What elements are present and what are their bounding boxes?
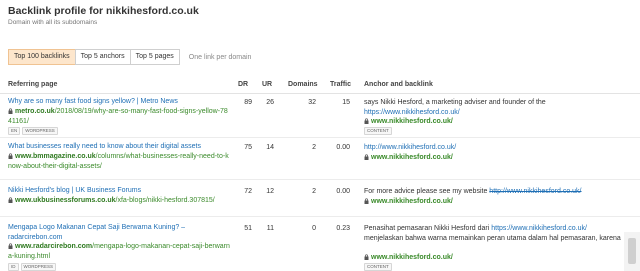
column-header-ur[interactable]: UR xyxy=(262,81,272,88)
scrollbar-thumb[interactable] xyxy=(628,238,636,264)
tag-list: EN WORDPRESS xyxy=(8,127,58,135)
row-divider xyxy=(0,216,640,217)
platform-tag: WORDPRESS xyxy=(20,263,57,271)
domains-value: 2 xyxy=(312,188,316,195)
scrollbar[interactable] xyxy=(624,232,640,271)
referring-page-title[interactable]: Nikki Hesford's blog | UK Business Forum… xyxy=(8,186,141,196)
traffic-value: 0.00 xyxy=(336,188,350,195)
referring-page-url[interactable]: www.ukbusinessforums.co.uk/xfa-blogs/nik… xyxy=(8,196,230,206)
traffic-value: 0.00 xyxy=(336,144,350,151)
column-header-domains[interactable]: Domains xyxy=(288,81,318,88)
referring-page-title[interactable]: Why are so many fast food signs yellow? … xyxy=(8,97,178,107)
anchor-link[interactable]: https://www.nikkihesford.co.uk/ xyxy=(364,109,460,116)
column-header-dr[interactable]: DR xyxy=(238,81,248,88)
backlink-target[interactable]: www.nikkihesford.co.uk/ xyxy=(364,197,453,207)
referring-page-url[interactable]: metro.co.uk/2018/08/19/why-are-so-many-f… xyxy=(8,107,230,126)
tab-note: One link per domain xyxy=(188,53,252,61)
tab-top-5-anchors[interactable]: Top 5 anchors xyxy=(74,49,131,65)
lock-icon xyxy=(364,254,369,260)
language-tag: EN xyxy=(8,127,21,135)
tag-list: CONTENT xyxy=(364,263,392,271)
ur-value: 12 xyxy=(266,188,274,195)
link-type-tag: CONTENT xyxy=(364,127,392,135)
tag-list: CONTENT xyxy=(364,127,392,135)
tab-top-100-backlinks[interactable]: Top 100 backlinks xyxy=(8,49,76,65)
lock-icon xyxy=(8,153,13,159)
anchor-text: says Nikki Hesford, a marketing adviser … xyxy=(364,99,546,116)
page-title: Backlink profile for nikkihesford.co.uk xyxy=(8,5,199,17)
dr-value: 89 xyxy=(244,99,252,106)
lock-icon xyxy=(8,197,13,203)
anchor-text: For more advice please see my website ht… xyxy=(364,188,582,195)
column-header-anchor-and-backlink: Anchor and backlink xyxy=(364,81,433,88)
platform-tag: WORDPRESS xyxy=(22,127,58,135)
row-divider xyxy=(0,179,640,180)
page-header: Backlink profile for nikkihesford.co.uk … xyxy=(8,5,199,27)
tab-top-5-pages[interactable]: Top 5 pages xyxy=(129,49,180,65)
dr-value: 51 xyxy=(244,225,252,232)
language-tag: ID xyxy=(8,263,19,271)
referring-page-title[interactable]: What businesses really need to know abou… xyxy=(8,142,201,152)
anchor-text: Penasihat pemasaran Nikki Hesford dari h… xyxy=(364,225,621,242)
dr-value: 75 xyxy=(244,144,252,151)
page-subtitle: Domain with all its subdomains xyxy=(8,19,98,26)
anchor-link-removed[interactable]: http://www.nikkihesford.co.uk/ xyxy=(489,188,581,195)
ur-value: 26 xyxy=(266,99,274,106)
referring-page-url[interactable]: www.bmmagazine.co.uk/columns/what-busine… xyxy=(8,152,230,171)
column-header-traffic[interactable]: Traffic xyxy=(330,81,351,88)
backlink-target[interactable]: www.nikkihesford.co.uk/ xyxy=(364,117,453,127)
lock-icon xyxy=(364,118,369,124)
referring-page-url[interactable]: www.radarcirebon.com/mengapa-logo-makana… xyxy=(8,242,230,261)
link-type-tag: CONTENT xyxy=(364,263,392,271)
lock-icon xyxy=(364,198,369,204)
lock-icon xyxy=(364,154,369,160)
tag-list: ID WORDPRESS xyxy=(8,263,57,271)
traffic-value: 15 xyxy=(342,99,350,106)
lock-icon xyxy=(8,108,13,114)
anchor-link[interactable]: http://www.nikkihesford.co.uk/ xyxy=(364,144,456,151)
domains-value: 0 xyxy=(312,225,316,232)
anchor-link[interactable]: https://www.nikkihesford.co.uk/ xyxy=(491,225,587,232)
ur-value: 11 xyxy=(266,225,274,232)
traffic-value: 0.23 xyxy=(336,225,350,232)
domains-value: 2 xyxy=(312,144,316,151)
tab-bar: Top 100 backlinks Top 5 anchors Top 5 pa… xyxy=(8,49,251,65)
anchor-text: http://www.nikkihesford.co.uk/ xyxy=(364,143,626,153)
header-divider xyxy=(0,93,640,94)
dr-value: 72 xyxy=(244,188,252,195)
domains-value: 32 xyxy=(308,99,316,106)
ur-value: 14 xyxy=(266,144,274,151)
lock-icon xyxy=(8,243,13,249)
referring-page-title[interactable]: Mengapa Logo Makanan Cepat Saji Berwarna… xyxy=(8,223,230,242)
row-divider xyxy=(0,137,640,138)
column-header-referring-page[interactable]: Referring page xyxy=(8,81,57,88)
backlink-target[interactable]: www.nikkihesford.co.uk/ xyxy=(364,253,453,263)
backlink-target[interactable]: www.nikkihesford.co.uk/ xyxy=(364,153,453,163)
